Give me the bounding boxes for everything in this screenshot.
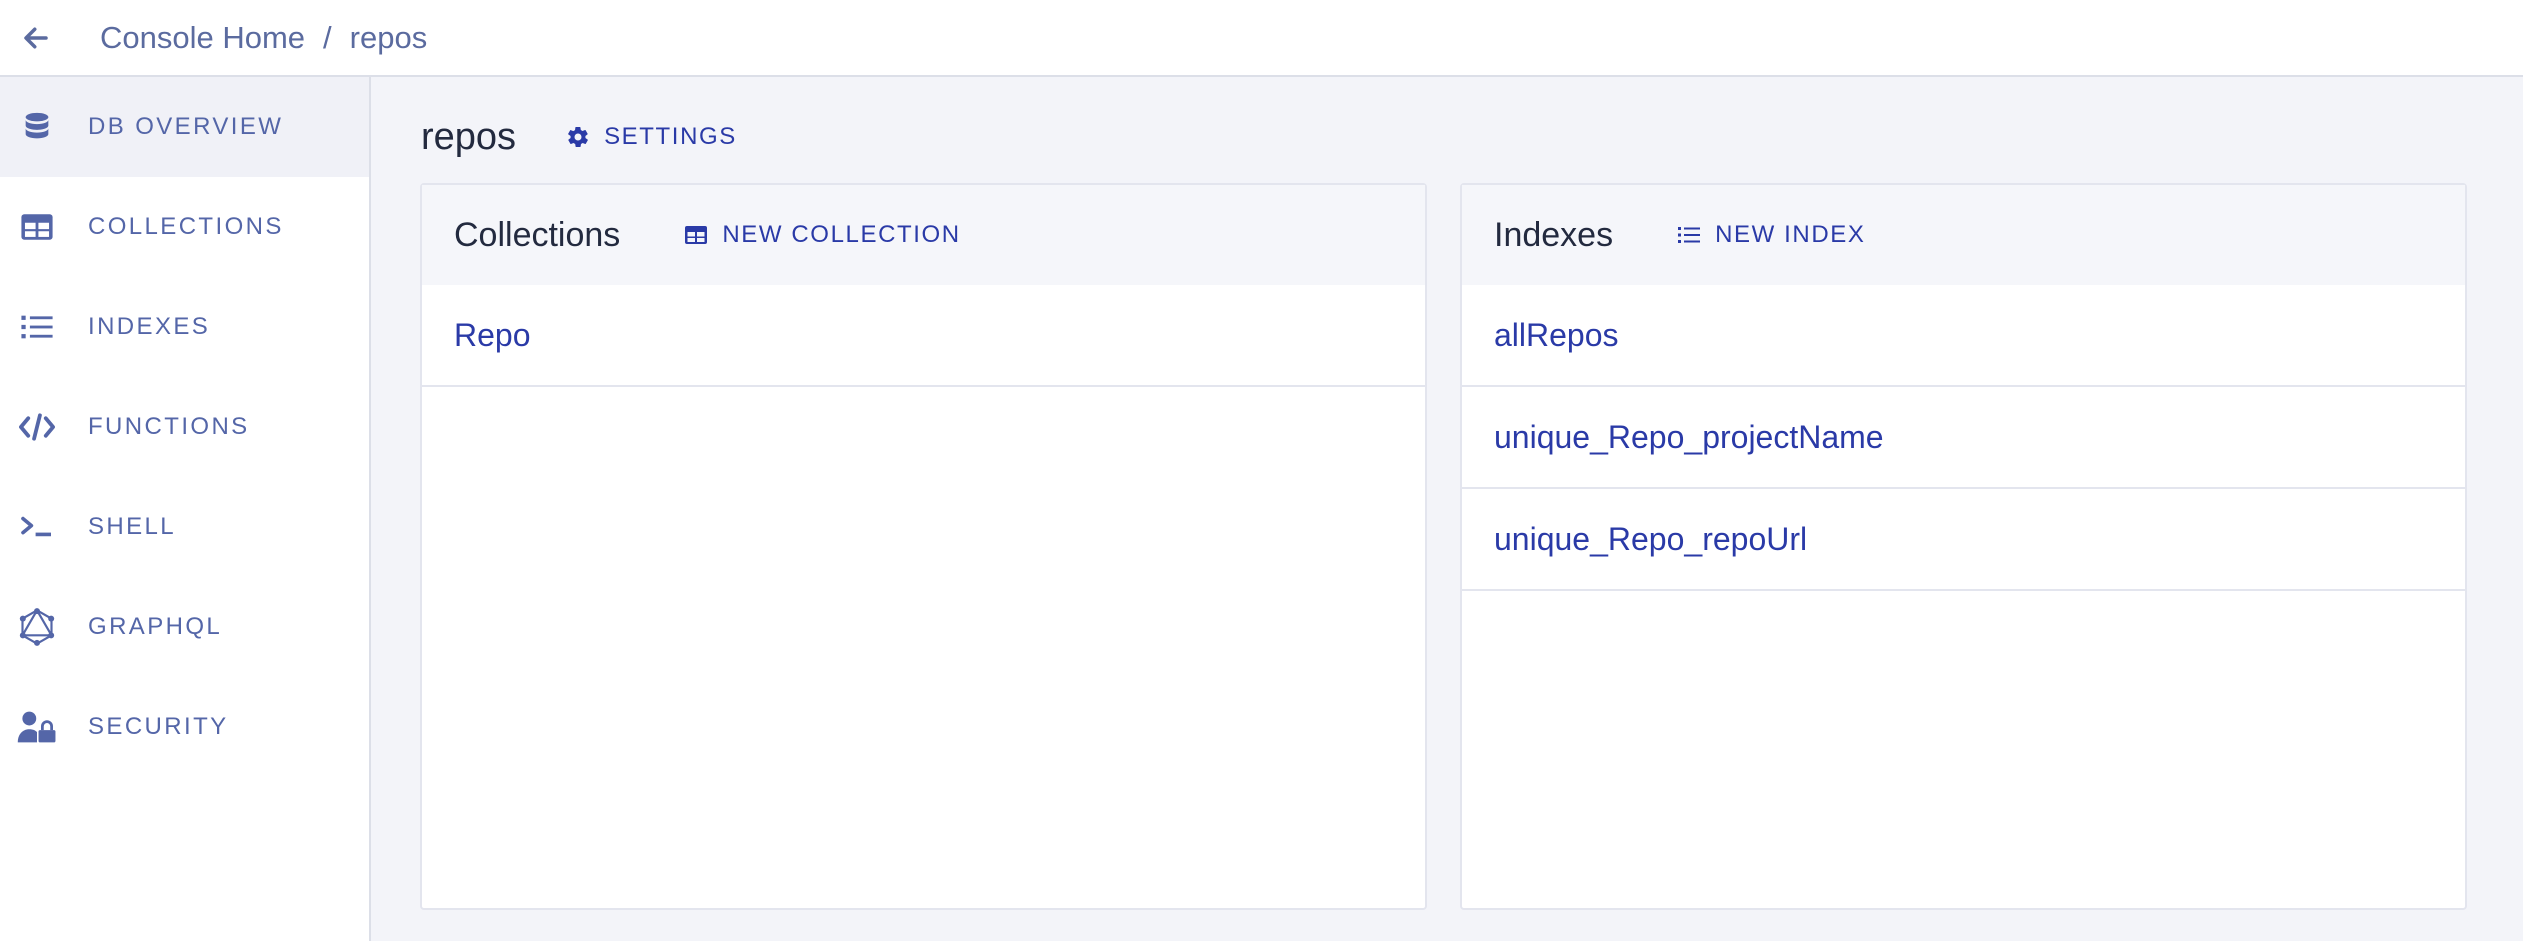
page-title: repos bbox=[421, 115, 517, 158]
table-icon bbox=[685, 226, 708, 244]
main-content: repos SETTINGS Collections NEW COLLECTIO… bbox=[373, 77, 2523, 941]
sidebar: DB OVERVIEW COLLECTIONS INDEXES FUNCTION… bbox=[0, 77, 371, 941]
table-icon bbox=[16, 206, 58, 248]
page-header: repos SETTINGS bbox=[421, 107, 737, 167]
settings-button[interactable]: SETTINGS bbox=[566, 123, 737, 151]
collections-panel-header: Collections NEW COLLECTION bbox=[422, 185, 1425, 285]
sidebar-item-collections[interactable]: COLLECTIONS bbox=[0, 177, 369, 277]
list-icon bbox=[1678, 227, 1701, 243]
graphql-icon bbox=[16, 606, 58, 648]
top-bar: Console Home / repos bbox=[0, 0, 2523, 77]
gear-icon bbox=[568, 126, 588, 148]
sidebar-item-db-overview[interactable]: DB OVERVIEW bbox=[0, 77, 369, 177]
back-button[interactable] bbox=[0, 6, 72, 70]
indexes-panel-header: Indexes NEW INDEX bbox=[1462, 185, 2465, 285]
indexes-title: Indexes bbox=[1494, 215, 1614, 254]
breadcrumb-separator: / bbox=[323, 19, 332, 55]
database-icon bbox=[16, 106, 58, 148]
index-row-allrepos[interactable]: allRepos bbox=[1462, 285, 2465, 387]
sidebar-item-label: SECURITY bbox=[88, 713, 229, 740]
sidebar-item-label: GRAPHQL bbox=[88, 613, 223, 640]
sidebar-item-security[interactable]: SECURITY bbox=[0, 677, 369, 777]
collections-panel: Collections NEW COLLECTION Repo bbox=[420, 183, 1427, 910]
sidebar-item-label: COLLECTIONS bbox=[88, 213, 284, 240]
collection-row-repo[interactable]: Repo bbox=[422, 285, 1425, 387]
index-row-unique-repo-projectname[interactable]: unique_Repo_projectName bbox=[1462, 387, 2465, 489]
sidebar-item-label: SHELL bbox=[88, 513, 177, 540]
sidebar-item-label: DB OVERVIEW bbox=[88, 113, 284, 140]
breadcrumb: Console Home / repos bbox=[100, 20, 427, 56]
new-collection-label: NEW COLLECTION bbox=[722, 221, 961, 248]
code-icon bbox=[16, 406, 58, 448]
sidebar-item-label: INDEXES bbox=[88, 313, 211, 340]
sidebar-item-functions[interactable]: FUNCTIONS bbox=[0, 377, 369, 477]
breadcrumb-current[interactable]: repos bbox=[350, 20, 428, 56]
sidebar-item-label: FUNCTIONS bbox=[88, 413, 250, 440]
index-row-unique-repo-repourl[interactable]: unique_Repo_repoUrl bbox=[1462, 489, 2465, 591]
sidebar-item-indexes[interactable]: INDEXES bbox=[0, 277, 369, 377]
list-icon bbox=[16, 306, 58, 348]
new-collection-button[interactable]: NEW COLLECTION bbox=[684, 221, 960, 249]
sidebar-item-graphql[interactable]: GRAPHQL bbox=[0, 577, 369, 677]
settings-label: SETTINGS bbox=[604, 123, 737, 150]
user-lock-icon bbox=[16, 706, 58, 748]
collections-title: Collections bbox=[454, 215, 621, 254]
sidebar-item-shell[interactable]: SHELL bbox=[0, 477, 369, 577]
indexes-panel: Indexes NEW INDEX allRepos unique_Repo_p… bbox=[1460, 183, 2467, 910]
new-index-button[interactable]: NEW INDEX bbox=[1677, 221, 1865, 249]
breadcrumb-console-home[interactable]: Console Home bbox=[100, 20, 305, 56]
arrow-left-icon bbox=[24, 27, 48, 48]
new-index-label: NEW INDEX bbox=[1715, 221, 1866, 248]
terminal-icon bbox=[16, 506, 58, 548]
